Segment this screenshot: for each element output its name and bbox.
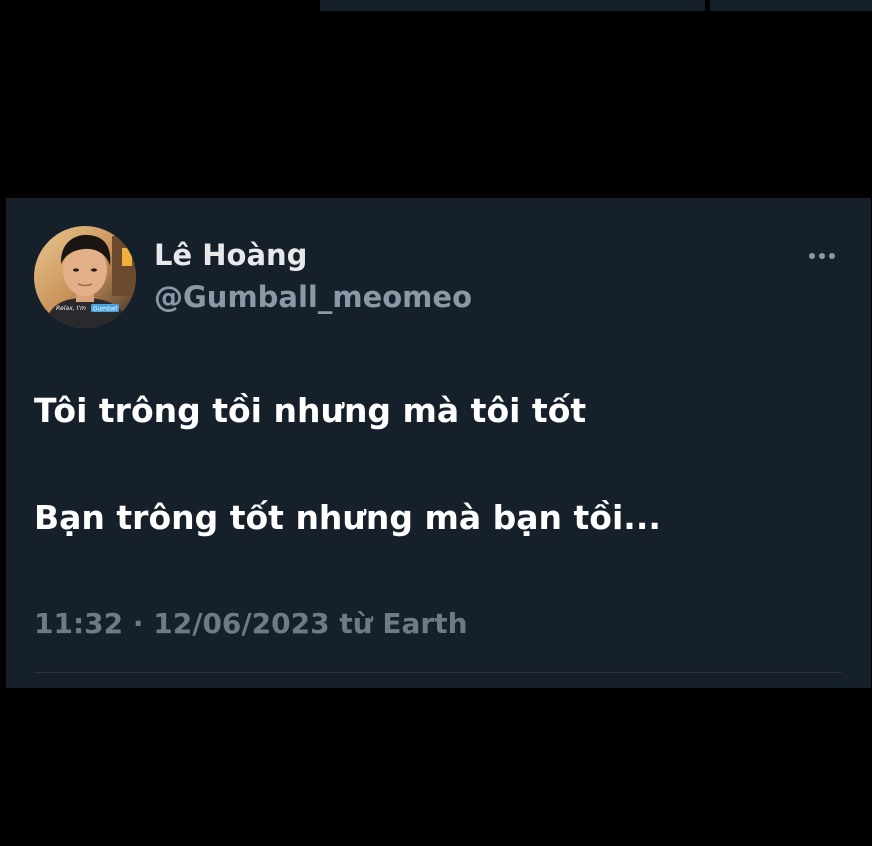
tweet-text-line: Tôi trông tồi nhưng mà tôi tốt — [34, 391, 587, 430]
avatar[interactable]: Relax, I'm Gumball — [34, 226, 136, 328]
top-strip-right — [710, 0, 872, 11]
author-handle[interactable]: @Gumball_meomeo — [154, 280, 472, 314]
svg-text:Relax, I'm: Relax, I'm — [56, 305, 86, 312]
tweet-card: Relax, I'm Gumball Lê Hoàng @Gumball_meo… — [6, 198, 871, 688]
avatar-photo: Relax, I'm Gumball — [34, 226, 136, 328]
svg-text:Gumball: Gumball — [93, 307, 118, 313]
divider — [34, 672, 842, 673]
more-horizontal-icon — [809, 253, 815, 259]
tweet-timestamp[interactable]: 11:32 · 12/06/2023 từ Earth — [34, 607, 468, 640]
more-options-button[interactable] — [802, 244, 842, 268]
top-strip-left — [320, 0, 705, 11]
tweet-text-line: Bạn trông tốt nhưng mà bạn tồi... — [34, 498, 661, 537]
author-display-name[interactable]: Lê Hoàng — [154, 238, 307, 272]
